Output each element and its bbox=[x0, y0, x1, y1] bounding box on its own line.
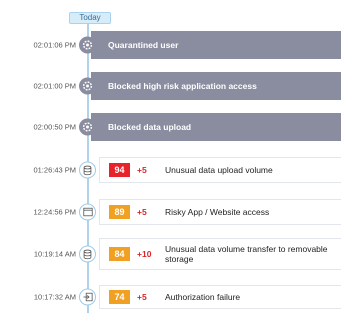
database-icon bbox=[79, 245, 96, 263]
score-delta: +5 bbox=[137, 207, 147, 217]
sign-in-icon bbox=[79, 288, 96, 306]
alert-card[interactable]: 84 +10 Unusual data volume transfer to r… bbox=[99, 238, 341, 270]
score-delta: +10 bbox=[137, 249, 152, 259]
action-label: Quarantined user bbox=[108, 40, 179, 50]
event-time: 02:01:00 PM bbox=[33, 81, 76, 91]
action-label: Blocked high risk application access bbox=[108, 81, 257, 91]
alert-card[interactable]: 74 +5 Authorization failure bbox=[99, 285, 341, 309]
event-time: 02:01:06 PM bbox=[33, 40, 76, 50]
risk-score-badge: 94 bbox=[109, 163, 130, 177]
timeline-action-row[interactable]: 02:00:50 PM Blocked data upload bbox=[0, 113, 341, 141]
timeline-action-row[interactable]: 02:01:00 PM Blocked high risk applicatio… bbox=[0, 72, 341, 100]
browser-window-icon bbox=[79, 203, 96, 221]
database-icon bbox=[79, 161, 96, 179]
timeline-alert-row[interactable]: 01:26:43 PM 94 +5 Unusual data upload vo… bbox=[0, 157, 341, 183]
date-chip: Today bbox=[69, 12, 111, 24]
score-delta: +5 bbox=[137, 292, 147, 302]
gear-icon bbox=[79, 118, 96, 136]
event-time: 10:19:14 AM bbox=[33, 249, 76, 259]
action-bar[interactable]: Blocked high risk application access bbox=[91, 72, 341, 100]
event-time: 02:00:50 PM bbox=[33, 122, 76, 132]
event-time: 01:26:43 PM bbox=[33, 165, 76, 175]
alert-title: Unusual data volume transfer to removabl… bbox=[165, 244, 328, 264]
alert-title: Authorization failure bbox=[165, 292, 241, 302]
risk-score-badge: 84 bbox=[109, 247, 130, 261]
alert-card[interactable]: 89 +5 Risky App / Website access bbox=[99, 199, 341, 225]
alert-title: Risky App / Website access bbox=[165, 207, 270, 217]
gear-icon bbox=[79, 77, 96, 95]
action-label: Blocked data upload bbox=[108, 122, 192, 132]
timeline-action-row[interactable]: 02:01:06 PM Quarantined user bbox=[0, 31, 341, 59]
alert-card[interactable]: 94 +5 Unusual data upload volume bbox=[99, 157, 341, 183]
risk-score-badge: 89 bbox=[109, 205, 130, 219]
score-delta: +5 bbox=[137, 165, 147, 175]
event-time: 12:24:56 PM bbox=[33, 207, 76, 217]
event-time: 10:17:32 AM bbox=[33, 292, 76, 302]
action-bar[interactable]: Quarantined user bbox=[91, 31, 341, 59]
timeline-alert-row[interactable]: 12:24:56 PM 89 +5 Risky App / Website ac… bbox=[0, 199, 341, 225]
timeline-alert-row[interactable]: 10:19:14 AM 84 +10 Unusual data volume t… bbox=[0, 238, 341, 270]
action-bar[interactable]: Blocked data upload bbox=[91, 113, 341, 141]
alert-title: Unusual data upload volume bbox=[165, 165, 273, 175]
gear-icon bbox=[79, 36, 96, 54]
timeline-alert-row[interactable]: 10:17:32 AM 74 +5 Authorization failure bbox=[0, 285, 341, 309]
risk-score-badge: 74 bbox=[109, 290, 130, 304]
